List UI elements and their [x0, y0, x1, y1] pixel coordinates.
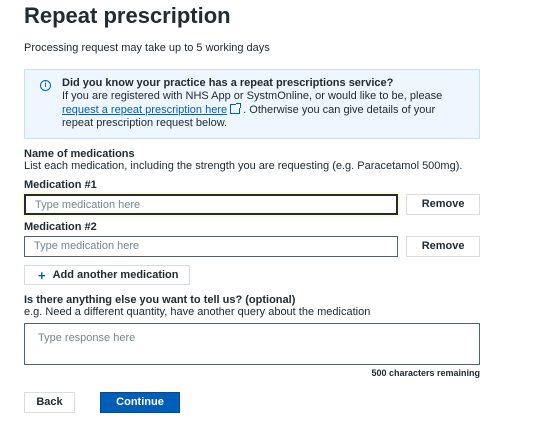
medication-1-input[interactable]: Type medication here — [24, 194, 399, 215]
character-counter: 500 characters remaining — [371, 368, 480, 378]
page-title: Repeat prescription — [24, 3, 231, 28]
medication-2-row: Type medication here Remove — [24, 236, 480, 257]
request-repeat-prescription-link[interactable]: request a repeat prescription here — [62, 104, 227, 116]
info-text: Did you know your practice has a repeat … — [62, 77, 469, 130]
add-medication-label: Add another medication — [52, 269, 179, 281]
back-button[interactable]: Back — [24, 392, 75, 413]
form-actions: Back Continue — [24, 392, 480, 413]
remove-medication-1-button[interactable]: Remove — [406, 194, 480, 215]
continue-button[interactable]: Continue — [100, 392, 180, 413]
processing-notice: Processing request may take up to 5 work… — [24, 42, 270, 54]
info-text-before: If you are registered with NHS App or Sy… — [62, 90, 443, 102]
medication-2-input[interactable]: Type medication here — [24, 236, 399, 257]
medication-2-label: Medication #2 — [24, 221, 97, 233]
medications-title: Name of medications — [24, 148, 135, 160]
medication-1-row: Type medication here Remove — [24, 194, 480, 215]
remove-medication-2-button[interactable]: Remove — [406, 236, 480, 257]
info-heading: Did you know your practice has a repeat … — [62, 77, 394, 89]
add-medication-button[interactable]: + Add another medication — [24, 265, 190, 285]
link-label: request a repeat prescription here — [62, 104, 228, 116]
plus-icon: + — [38, 267, 46, 283]
external-link-icon — [230, 103, 242, 114]
extra-info-hint: e.g. Need a different quantity, have ano… — [24, 306, 371, 318]
medication-1-label: Medication #1 — [24, 179, 97, 191]
extra-info-label: Is there anything else you want to tell … — [24, 294, 296, 306]
medications-hint: List each medication, including the stre… — [24, 160, 463, 172]
repeat-prescription-page: Repeat prescription Processing request m… — [0, 0, 538, 423]
info-icon: i — [40, 80, 51, 91]
extra-info-textarea[interactable]: Type response here — [24, 323, 480, 365]
info-callout: i Did you know your practice has a repea… — [24, 69, 480, 139]
